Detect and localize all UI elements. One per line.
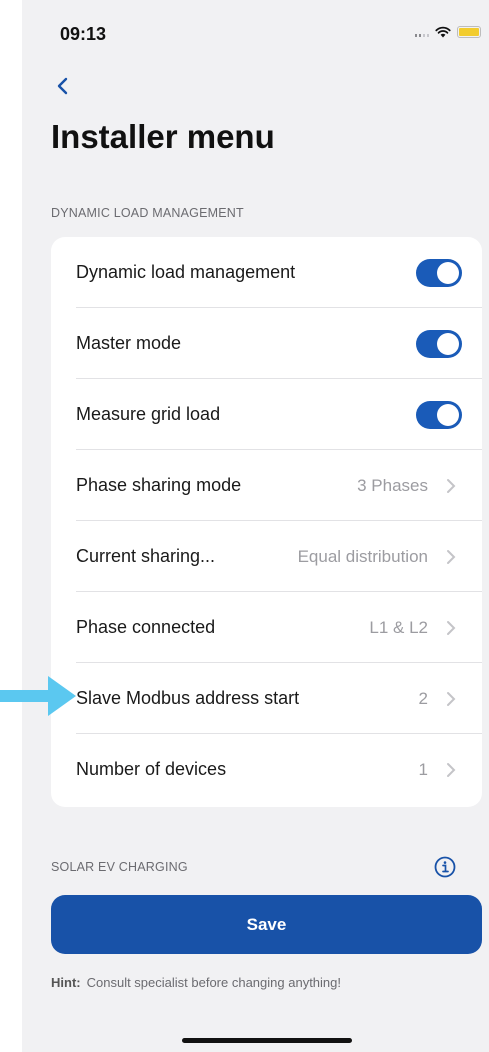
chevron-right-icon <box>447 549 456 564</box>
hint-message: Consult specialist before changing anyth… <box>86 975 341 990</box>
row-number-of-devices[interactable]: Number of devices 1 <box>51 734 482 805</box>
row-label: Phase connected <box>76 617 216 637</box>
chevron-right-icon <box>447 620 456 635</box>
row-value: 3 Phases <box>357 475 428 495</box>
row-label: Slave Modbus address start <box>76 688 300 708</box>
row-label: Measure grid load <box>76 404 221 424</box>
page-title: Installer menu <box>51 118 275 155</box>
row-label: Current sharing... <box>76 546 216 566</box>
row-dynamic-load-management: Dynamic load management <box>51 237 482 308</box>
dynamic-load-management-toggle[interactable] <box>416 258 462 287</box>
section-header-dynamic-load: DYNAMIC LOAD MANAGEMENT <box>51 206 244 220</box>
home-indicator <box>182 1038 352 1043</box>
section-header-solar: SOLAR EV CHARGING <box>51 860 188 874</box>
row-value: Equal distribution <box>297 546 428 566</box>
row-value: 1 <box>418 759 428 779</box>
measure-grid-load-toggle[interactable] <box>416 400 462 429</box>
row-label: Dynamic load management <box>76 262 296 282</box>
row-value: 2 <box>418 688 428 708</box>
hint-label: Hint: <box>51 975 81 990</box>
wifi-icon <box>435 26 451 38</box>
chevron-right-icon <box>447 762 456 777</box>
settings-card: Dynamic load management Master mode Meas… <box>51 237 482 807</box>
row-phase-connected[interactable]: Phase connected L1 & L2 <box>51 592 482 663</box>
back-button[interactable] <box>52 74 76 98</box>
phone-screen: 09:13 Installer menu DYNAMIC LOAD MANAGE… <box>22 0 489 1052</box>
battery-icon <box>457 26 481 38</box>
row-label: Master mode <box>76 333 182 353</box>
chevron-right-icon <box>447 691 456 706</box>
signal-icon <box>415 27 429 37</box>
row-current-sharing[interactable]: Current sharing... Equal distribution <box>51 521 482 592</box>
arrow-right-icon <box>0 676 76 716</box>
row-label: Phase sharing mode <box>76 475 242 495</box>
status-icons <box>415 26 481 38</box>
master-mode-toggle[interactable] <box>416 329 462 358</box>
row-master-mode: Master mode <box>51 308 482 379</box>
row-phase-sharing-mode[interactable]: Phase sharing mode 3 Phases <box>51 450 482 521</box>
row-slave-modbus-address-start[interactable]: Slave Modbus address start 2 <box>51 663 482 734</box>
row-label: Number of devices <box>76 759 227 779</box>
hint-text: Hint: Consult specialist before changing … <box>51 975 341 990</box>
info-icon[interactable] <box>434 856 456 878</box>
status-time: 09:13 <box>60 24 107 44</box>
row-value: L1 & L2 <box>369 617 428 637</box>
chevron-right-icon <box>447 478 456 493</box>
row-measure-grid-load: Measure grid load <box>51 379 482 450</box>
save-button[interactable]: Save <box>51 895 482 954</box>
